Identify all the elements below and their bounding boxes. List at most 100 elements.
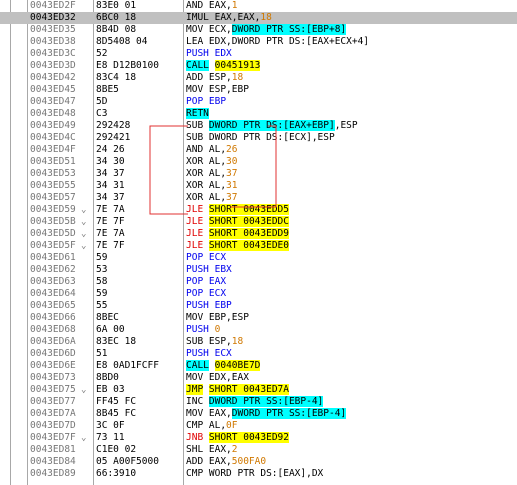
instruction-row[interactable]: 0043ED84 05 A00F5000 ADD EAX,500FA0 bbox=[0, 456, 517, 468]
address-cell: 0043ED4C bbox=[30, 132, 76, 143]
instruction-row[interactable]: 0043ED49 292428 SUB DWORD PTR DS:[EAX+EBP]… bbox=[0, 120, 517, 132]
instruction-row[interactable]: 0043ED73 8BD0 MOV EDX,EAX bbox=[0, 372, 517, 384]
instruction-row[interactable]: 0043ED7F ⌄ 73 11 JNB SHORT 0043ED92 bbox=[0, 432, 517, 444]
hex-bytes-cell: 51 bbox=[96, 348, 108, 359]
disassembly-cell: MOV EBP,ESP bbox=[186, 312, 249, 324]
instruction-row[interactable]: 0043ED35 8B4D 08 MOV ECX,DWORD PTR SS:[EBP… bbox=[0, 24, 517, 36]
disassembly-cell: LEA EDX,DWORD PTR DS:[EAX+ECX+4] bbox=[186, 36, 369, 48]
disassembly-cell: POP ECX bbox=[186, 252, 226, 264]
operand-token: 0040BE7D bbox=[214, 360, 261, 371]
instruction-row[interactable]: 0043ED57 34 37 XOR AL,37 bbox=[0, 192, 517, 204]
hex-bytes-cell: 59 bbox=[96, 288, 108, 299]
disassembly-cell: ADD EAX,500FA0 bbox=[186, 456, 266, 468]
operand-token: XOR AL, bbox=[186, 168, 227, 179]
instruction-row[interactable]: 0043ED63 58 POP EAX bbox=[0, 276, 517, 288]
operand-token: SHL EAX, bbox=[186, 444, 232, 455]
address-cell: 0043ED49 bbox=[30, 120, 76, 131]
instruction-row[interactable]: 0043ED6A 83EC 18 SUB ESP,18 bbox=[0, 336, 517, 348]
hex-bytes-cell: 59 bbox=[96, 252, 108, 263]
operand-token: RETN bbox=[186, 108, 209, 119]
disassembly-cell: CMP WORD PTR DS:[EAX],DX bbox=[186, 468, 323, 480]
instruction-row[interactable]: 0043ED5D ⌄ 7E 7A JLE SHORT 0043EDD9 bbox=[0, 228, 517, 240]
disassembly-cell: CALL 00451913 bbox=[186, 60, 261, 72]
operand-token: SHORT 0043ED92 bbox=[208, 432, 289, 443]
operand-token: PUSH ECX bbox=[186, 348, 232, 359]
hex-bytes-cell: 3C 0F bbox=[96, 420, 125, 431]
disassembly-cell: AND AL,26 bbox=[186, 144, 238, 156]
instruction-row[interactable]: 0043ED62 53 PUSH EBX bbox=[0, 264, 517, 276]
operand-token: ADD EAX, bbox=[186, 456, 232, 467]
instruction-row[interactable]: 0043ED81 C1E0 02 SHL EAX,2 bbox=[0, 444, 517, 456]
disassembly-cell: CALL 0040BE7D bbox=[186, 360, 261, 372]
hex-bytes-cell: 53 bbox=[96, 264, 108, 275]
instruction-row[interactable]: 0043ED65 55 PUSH EBP bbox=[0, 300, 517, 312]
disassembly-cell: AND EAX,1 bbox=[186, 0, 238, 12]
instruction-row[interactable]: 0043ED45 8BE5 MOV ESP,EBP bbox=[0, 84, 517, 96]
hex-bytes-cell: 5D bbox=[96, 96, 108, 107]
instruction-row[interactable]: 0043ED59 ⌄ 7E 7A JLE SHORT 0043EDD5 bbox=[0, 204, 517, 216]
instruction-row[interactable]: 0043ED5B ⌄ 7E 7F JLE SHORT 0043EDDC bbox=[0, 216, 517, 228]
operand-token: MOV ECX, bbox=[186, 24, 232, 35]
operand-token: 18 bbox=[260, 12, 272, 23]
instruction-row[interactable]: 0043ED6D 51 PUSH ECX bbox=[0, 348, 517, 360]
instruction-row[interactable]: 0043ED66 8BEC MOV EBP,ESP bbox=[0, 312, 517, 324]
operand-token: 0 bbox=[214, 324, 221, 335]
operand-token: DWORD PTR DS:[EAX+EBP] bbox=[208, 120, 335, 131]
instruction-row[interactable]: 0043ED47 5D POP EBP bbox=[0, 96, 517, 108]
instruction-row[interactable]: 0043ED42 83C4 18 ADD ESP,18 bbox=[0, 72, 517, 84]
instruction-row[interactable]: 0043ED32 6BC0 18 IMUL EAX,EAX,18 bbox=[0, 12, 517, 24]
hex-bytes-cell: 8D5408 04 bbox=[96, 36, 148, 47]
address-cell: 0043ED63 bbox=[30, 276, 76, 287]
instruction-row[interactable]: 0043ED38 8D5408 04 LEA EDX,DWORD PTR DS:[E… bbox=[0, 36, 517, 48]
instruction-row[interactable]: 0043ED68 6A 00 PUSH 0 bbox=[0, 324, 517, 336]
hex-bytes-cell: 6BC0 18 bbox=[96, 12, 137, 23]
instruction-row[interactable]: 0043ED77 FF45 FC INC DWORD PTR SS:[EBP-4] bbox=[0, 396, 517, 408]
address-cell: 0043ED32 bbox=[30, 12, 76, 23]
chevron-down-icon: ⌄ bbox=[81, 385, 87, 395]
instruction-row[interactable]: 0043ED4C 292421 SUB DWORD PTR DS:[ECX],ESP bbox=[0, 132, 517, 144]
operand-token: PUSH EDX bbox=[186, 48, 232, 59]
hex-bytes-cell: 83E0 01 bbox=[96, 0, 137, 11]
address-cell: 0043ED5F bbox=[30, 240, 76, 251]
address-cell: 0043ED73 bbox=[30, 372, 76, 383]
instruction-row[interactable]: 0043ED7A 8B45 FC MOV EAX,DWORD PTR SS:[EBP… bbox=[0, 408, 517, 420]
hex-bytes-cell: E8 D12B0100 bbox=[96, 60, 159, 71]
disassembly-cell: RETN bbox=[186, 108, 209, 120]
operand-token: 500FA0 bbox=[231, 456, 267, 467]
instruction-row[interactable]: 0043ED51 34 30 XOR AL,30 bbox=[0, 156, 517, 168]
instruction-row[interactable]: 0043ED3C 52 PUSH EDX bbox=[0, 48, 517, 60]
hex-bytes-cell: C1E0 02 bbox=[96, 444, 137, 455]
instruction-row[interactable]: 0043ED3D E8 D12B0100 CALL 00451913 bbox=[0, 60, 517, 72]
disassembly-pane[interactable]: 0043ED2F 83E0 01 AND EAX,1 0043ED32 6BC0 18 I… bbox=[0, 0, 517, 485]
hex-bytes-cell: 34 31 bbox=[96, 180, 125, 191]
instruction-row[interactable]: 0043ED64 59 POP ECX bbox=[0, 288, 517, 300]
disassembly-cell: MOV ECX,DWORD PTR SS:[EBP+8] bbox=[186, 24, 347, 36]
instruction-row[interactable]: 0043ED61 59 POP ECX bbox=[0, 252, 517, 264]
hex-bytes-cell: 58 bbox=[96, 276, 108, 287]
hex-bytes-cell: 05 A00F5000 bbox=[96, 456, 159, 467]
address-cell: 0043ED3D bbox=[30, 60, 76, 71]
address-cell: 0043ED45 bbox=[30, 84, 76, 95]
operand-token: POP ECX bbox=[186, 252, 227, 263]
instruction-row[interactable]: 0043ED53 34 37 XOR AL,37 bbox=[0, 168, 517, 180]
instruction-row[interactable]: 0043ED2F 83E0 01 AND EAX,1 bbox=[0, 0, 517, 12]
instruction-row[interactable]: 0043ED6E E8 0AD1FCFF CALL 0040BE7D bbox=[0, 360, 517, 372]
hex-bytes-cell: 34 30 bbox=[96, 156, 125, 167]
hex-bytes-cell: 8BEC bbox=[96, 312, 119, 323]
hex-bytes-cell: 24 26 bbox=[96, 144, 125, 155]
operand-token: 37 bbox=[226, 192, 238, 203]
instruction-row[interactable]: 0043ED48 C3 RETN bbox=[0, 108, 517, 120]
disassembly-cell: JLE SHORT 0043EDE0 bbox=[186, 240, 289, 252]
instruction-row[interactable]: 0043ED4F 24 26 AND AL,26 bbox=[0, 144, 517, 156]
disassembly-cell: MOV ESP,EBP bbox=[186, 84, 249, 96]
operand-token: JMP bbox=[186, 384, 204, 395]
disassembly-cell: PUSH ECX bbox=[186, 348, 232, 360]
operand-token: 30 bbox=[226, 156, 238, 167]
instruction-row[interactable]: 0043ED75 ⌄ EB 03 JMP SHORT 0043ED7A bbox=[0, 384, 517, 396]
instruction-row[interactable]: 0043ED55 34 31 XOR AL,31 bbox=[0, 180, 517, 192]
disassembly-cell: POP ECX bbox=[186, 288, 226, 300]
instruction-row[interactable]: 0043ED89 66:3910 CMP WORD PTR DS:[EAX],DX bbox=[0, 468, 517, 480]
disassembly-cell: PUSH 0 bbox=[186, 324, 220, 336]
instruction-row[interactable]: 0043ED5F ⌄ 7E 7F JLE SHORT 0043EDE0 bbox=[0, 240, 517, 252]
instruction-row[interactable]: 0043ED7D 3C 0F CMP AL,0F bbox=[0, 420, 517, 432]
